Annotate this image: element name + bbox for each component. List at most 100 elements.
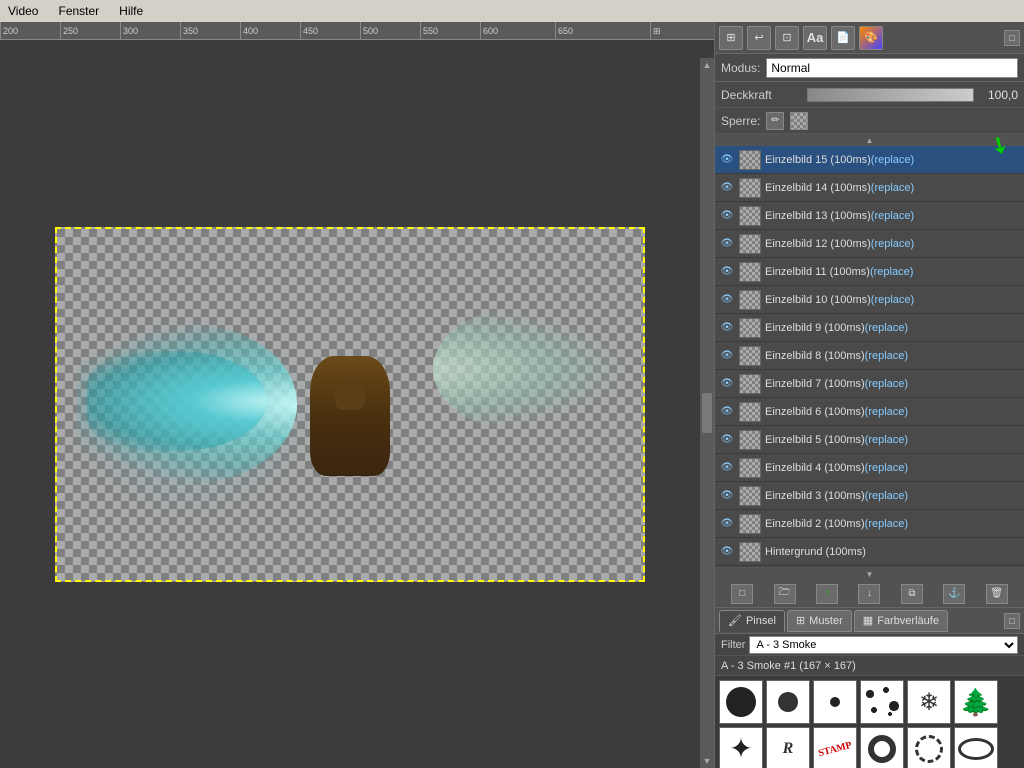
layer-visibility-toggle[interactable]: 👁 [719, 208, 735, 224]
deckkraft-row: Deckkraft 100,0 ➘ [715, 82, 1024, 108]
layer-visibility-toggle[interactable]: 👁 [719, 236, 735, 252]
layer-name-text: Einzelbild 7 (100ms)(replace) [765, 378, 1020, 390]
color-toolbar-btn[interactable]: 🎨 [859, 26, 883, 50]
layer-visibility-toggle[interactable]: 👁 [719, 460, 735, 476]
tab-pinsel[interactable]: 🖌 Pinsel [719, 610, 785, 632]
tab-farbverlaufe[interactable]: ▦ Farbverläufe [854, 610, 948, 632]
undo-toolbar-btn[interactable]: ↩ [747, 26, 771, 50]
layers-scroll-up[interactable]: ▲ [715, 134, 1024, 146]
layer-thumbnail [739, 402, 761, 422]
layer-visibility-toggle[interactable]: 👁 [719, 292, 735, 308]
new-layer-btn[interactable]: □ [731, 584, 753, 604]
brush-item[interactable] [719, 680, 763, 724]
layer-visibility-toggle[interactable]: 👁 [719, 404, 735, 420]
brushes-collapse-btn[interactable]: □ [1004, 613, 1020, 629]
layers-toolbar-btn[interactable]: ⊞ [719, 26, 743, 50]
brush-item[interactable] [954, 727, 998, 768]
sperre-checker-btn[interactable] [790, 112, 808, 130]
anchor-btn[interactable]: ⚓ [943, 584, 965, 604]
brush-item[interactable] [907, 727, 951, 768]
ruler-tick: 500 [360, 22, 378, 40]
canvas-image[interactable] [55, 227, 645, 582]
modus-dropdown[interactable]: Normal Multiplizieren Überblenden Aufhel… [766, 58, 1018, 78]
layer-thumbnail [739, 514, 761, 534]
tab-muster[interactable]: ⊞ Muster [787, 610, 852, 632]
layer-item[interactable]: 👁 Einzelbild 10 (100ms)(replace) [715, 286, 1024, 314]
layer-visibility-toggle[interactable]: 👁 [719, 432, 735, 448]
brush-item[interactable]: R [766, 727, 810, 768]
menu-fenster[interactable]: Fenster [54, 2, 103, 20]
layer-item[interactable]: 👁 Einzelbild 3 (100ms)(replace) [715, 482, 1024, 510]
filter-dropdown[interactable]: A - 3 Smoke Basic Calligraphy [749, 636, 1018, 654]
layer-item[interactable]: 👁Einzelbild 2 (100ms)(replace) [715, 510, 1024, 538]
layer-item[interactable]: 👁Einzelbild 6 (100ms)(replace) [715, 398, 1024, 426]
modus-label: Modus: [721, 61, 760, 75]
ruler-tick: 550 [420, 22, 438, 40]
move-up-btn[interactable]: ↑ [816, 584, 838, 604]
layer-name-text: Einzelbild 9 (100ms)(replace) [765, 322, 1020, 334]
layer-visibility-toggle[interactable]: 👁 [719, 264, 735, 280]
new-doc-toolbar-btn[interactable]: 📄 [831, 26, 855, 50]
canvas-content[interactable] [0, 40, 700, 768]
panel-collapse-button[interactable]: □ [1004, 30, 1020, 46]
layer-item[interactable]: 👁 Einzelbild 9 (100ms)(replace) [715, 314, 1024, 342]
menu-video[interactable]: Video [4, 2, 42, 20]
brush-item[interactable]: ✦ [719, 727, 763, 768]
brush-item[interactable] [813, 680, 857, 724]
brush-item[interactable]: STAMP [813, 727, 857, 768]
layer-item[interactable]: 👁Einzelbild 4 (100ms)(replace) [715, 454, 1024, 482]
layer-item[interactable]: 👁 Einzelbild 7 (100ms)(replace) [715, 370, 1024, 398]
layer-visibility-toggle[interactable]: 👁 [719, 544, 735, 560]
brush-item[interactable]: ❄ [907, 680, 951, 724]
ruler-tick: 450 [300, 22, 318, 40]
text-toolbar-btn[interactable]: Aa [803, 26, 827, 50]
layer-visibility-toggle[interactable]: 👁 [719, 488, 735, 504]
layer-item[interactable]: 👁Einzelbild 8 (100ms)(replace) [715, 342, 1024, 370]
deckkraft-progress-bar[interactable] [807, 88, 974, 102]
menu-bar: Video Fenster Hilfe [0, 0, 1024, 22]
brush-item[interactable]: 🌲 [954, 680, 998, 724]
layer-action-buttons: □ 🗁 ↑ ↓ ⧉ ⚓ 🗑 [715, 580, 1024, 608]
layer-item[interactable]: 👁Einzelbild 11 (100ms)(replace) [715, 258, 1024, 286]
layer-name-text: Einzelbild 10 (100ms)(replace) [765, 294, 1020, 306]
delete-btn[interactable]: 🗑 [986, 584, 1008, 604]
canvas-art-display [57, 229, 643, 580]
layer-item[interactable]: 👁Einzelbild 14 (100ms)(replace) [715, 174, 1024, 202]
layer-thumbnail [739, 542, 761, 562]
deckkraft-fill [808, 89, 973, 101]
brush-item[interactable] [860, 727, 904, 768]
brushes-grid[interactable]: ❄ 🌲 ✦ R STAMP [715, 676, 1024, 768]
ruler-tick: 650 [555, 22, 573, 40]
layers-scroll-down[interactable]: ▼ [715, 568, 1024, 580]
layer-item[interactable]: 👁Einzelbild 15 (100ms)(replace) [715, 146, 1024, 174]
brushes-tab-row: 🖌 Pinsel ⊞ Muster ▦ Farbverläufe □ [715, 608, 1024, 634]
layer-visibility-toggle[interactable]: 👁 [719, 376, 735, 392]
main-layout: 200 250 300 350 400 450 500 550 600 650 … [0, 22, 1024, 768]
layer-visibility-toggle[interactable]: 👁 [719, 320, 735, 336]
layer-name-text: Einzelbild 3 (100ms)(replace) [765, 490, 1020, 502]
ruler-tick: 600 [480, 22, 498, 40]
move-down-btn[interactable]: ↓ [858, 584, 880, 604]
layer-visibility-toggle[interactable]: 👁 [719, 152, 735, 168]
menu-hilfe[interactable]: Hilfe [115, 2, 147, 20]
brush-item[interactable] [766, 680, 810, 724]
layer-visibility-toggle[interactable]: 👁 [719, 516, 735, 532]
layer-item[interactable]: 👁Hintergrund (100ms) [715, 538, 1024, 566]
canvas-vertical-scrollbar[interactable]: ▲ ▼ [700, 58, 714, 768]
layer-item[interactable]: 👁Einzelbild 5 (100ms)(replace) [715, 426, 1024, 454]
history-toolbar-btn[interactable]: ⊡ [775, 26, 799, 50]
duplicate-btn[interactable]: ⧉ [901, 584, 923, 604]
layer-item[interactable]: 👁Einzelbild 12 (100ms)(replace) [715, 230, 1024, 258]
brush-item[interactable] [860, 680, 904, 724]
ruler-tick: 400 [240, 22, 258, 40]
sperre-pencil-btn[interactable]: ✏ [766, 112, 784, 130]
layer-visibility-toggle[interactable]: 👁 [719, 348, 735, 364]
right-panel: ⊞ ↩ ⊡ Aa 📄 🎨 □ Modus: Normal Multiplizie… [714, 22, 1024, 768]
layer-thumbnail [739, 318, 761, 338]
layer-thumbnail [739, 486, 761, 506]
layers-list[interactable]: 👁Einzelbild 15 (100ms)(replace)👁Einzelbi… [715, 146, 1024, 568]
layer-visibility-toggle[interactable]: 👁 [719, 180, 735, 196]
figure-body [310, 356, 390, 476]
layer-item[interactable]: 👁Einzelbild 13 (100ms)(replace) [715, 202, 1024, 230]
new-folder-btn[interactable]: 🗁 [774, 584, 796, 604]
